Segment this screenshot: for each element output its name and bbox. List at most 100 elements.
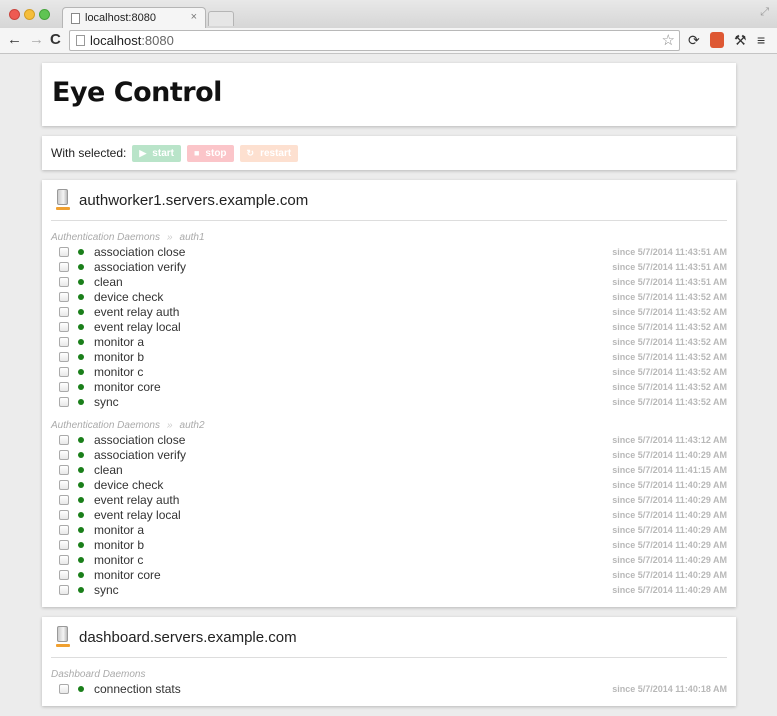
start-button[interactable]: ▶ start — [132, 144, 181, 162]
daemon-checkbox[interactable] — [59, 584, 69, 595]
daemon-checkbox[interactable] — [59, 261, 69, 272]
daemon-row[interactable]: sync since 5/7/2014 11:43:52 AM — [51, 394, 727, 409]
wrench-extension-icon[interactable]: ⚒ — [734, 32, 747, 48]
daemon-row[interactable]: event relay local since 5/7/2014 11:43:52… — [51, 319, 727, 334]
daemon-checkbox[interactable] — [59, 539, 69, 550]
daemon-row[interactable]: association verify since 5/7/2014 11:40:2… — [51, 447, 727, 462]
daemon-since: since 5/7/2014 11:40:18 AM — [612, 683, 727, 694]
daemon-row[interactable]: association verify since 5/7/2014 11:43:5… — [51, 259, 727, 274]
daemon-row[interactable]: event relay local since 5/7/2014 11:40:29… — [51, 507, 727, 522]
fullscreen-icon[interactable]: ⤢ — [760, 6, 769, 19]
daemon-checkbox[interactable] — [59, 449, 69, 460]
daemon-checkbox[interactable] — [59, 381, 69, 392]
daemon-name[interactable]: association close — [94, 245, 612, 259]
daemon-row[interactable]: clean since 5/7/2014 11:41:15 AM — [51, 462, 727, 477]
daemon-name[interactable]: association verify — [94, 260, 612, 274]
daemon-name[interactable]: sync — [94, 395, 612, 409]
daemon-row[interactable]: monitor b since 5/7/2014 11:40:29 AM — [51, 537, 727, 552]
daemon-name[interactable]: association verify — [94, 448, 612, 462]
restart-button[interactable]: ↻ restart — [239, 144, 299, 162]
status-running-icon — [78, 466, 84, 473]
window-close-button[interactable] — [9, 9, 20, 20]
daemon-name[interactable]: monitor core — [94, 380, 612, 394]
daemon-name[interactable]: event relay auth — [94, 305, 612, 319]
daemon-name[interactable]: clean — [94, 275, 612, 289]
daemon-checkbox[interactable] — [59, 366, 69, 377]
daemon-row[interactable]: device check since 5/7/2014 11:40:29 AM — [51, 477, 727, 492]
page-icon — [71, 13, 80, 24]
daemon-row[interactable]: connection stats since 5/7/2014 11:40:18 … — [51, 681, 727, 696]
window-zoom-button[interactable] — [39, 9, 50, 20]
group-category: Authentication Daemons — [51, 420, 160, 431]
daemon-name[interactable]: connection stats — [94, 682, 612, 696]
bookmark-star-icon[interactable]: ☆ — [662, 31, 675, 49]
daemon-checkbox[interactable] — [59, 321, 69, 332]
server-card: authworker1.servers.example.com Authentic… — [42, 180, 736, 607]
daemon-checkbox[interactable] — [59, 464, 69, 475]
daemon-row[interactable]: clean since 5/7/2014 11:43:51 AM — [51, 274, 727, 289]
daemon-row[interactable]: monitor core since 5/7/2014 11:40:29 AM — [51, 567, 727, 582]
daemon-checkbox[interactable] — [59, 524, 69, 535]
browser-tabstrip: localhost:8080 × ⤢ — [0, 0, 777, 29]
daemon-checkbox[interactable] — [59, 351, 69, 362]
daemon-name[interactable]: device check — [94, 478, 612, 492]
daemon-name[interactable]: sync — [94, 583, 612, 597]
daemon-checkbox[interactable] — [59, 276, 69, 287]
page-title: Eye Control — [52, 77, 222, 108]
daemon-name[interactable]: clean — [94, 463, 612, 477]
daemon-name[interactable]: monitor c — [94, 553, 612, 567]
daemon-checkbox[interactable] — [59, 683, 69, 694]
daemon-checkbox[interactable] — [59, 554, 69, 565]
daemon-name[interactable]: monitor c — [94, 365, 612, 379]
daemon-row[interactable]: association close since 5/7/2014 11:43:51… — [51, 244, 727, 259]
daemon-row[interactable]: monitor c since 5/7/2014 11:40:29 AM — [51, 552, 727, 567]
daemon-name[interactable]: device check — [94, 290, 612, 304]
daemon-name[interactable]: monitor b — [94, 538, 612, 552]
sync-extension-icon[interactable]: ⟳ — [688, 32, 700, 48]
daemon-checkbox[interactable] — [59, 494, 69, 505]
daemon-row[interactable]: monitor c since 5/7/2014 11:43:52 AM — [51, 364, 727, 379]
tab-close-icon[interactable]: × — [191, 11, 197, 23]
browser-menu-icon[interactable]: ≡ — [757, 32, 765, 48]
stop-button[interactable]: ■ stop — [186, 144, 234, 162]
reload-icon[interactable]: C — [50, 31, 61, 49]
daemon-since: since 5/7/2014 11:43:52 AM — [612, 306, 727, 317]
daemon-checkbox[interactable] — [59, 434, 69, 445]
daemon-checkbox[interactable] — [59, 569, 69, 580]
daemon-checkbox[interactable] — [59, 246, 69, 257]
duckduckgo-extension-icon[interactable] — [710, 32, 724, 48]
daemon-name[interactable]: monitor core — [94, 568, 612, 582]
daemon-since: since 5/7/2014 11:40:29 AM — [612, 554, 727, 565]
daemon-row[interactable]: monitor b since 5/7/2014 11:43:52 AM — [51, 349, 727, 364]
browser-tab[interactable]: localhost:8080 × — [62, 7, 206, 29]
daemon-row[interactable]: device check since 5/7/2014 11:43:52 AM — [51, 289, 727, 304]
back-icon[interactable]: ← — [7, 31, 22, 49]
daemon-checkbox[interactable] — [59, 479, 69, 490]
daemon-name[interactable]: event relay local — [94, 508, 612, 522]
daemon-checkbox[interactable] — [59, 509, 69, 520]
daemon-row[interactable]: association close since 5/7/2014 11:43:12… — [51, 432, 727, 447]
daemon-row[interactable]: monitor core since 5/7/2014 11:43:52 AM — [51, 379, 727, 394]
daemon-row[interactable]: monitor a since 5/7/2014 11:43:52 AM — [51, 334, 727, 349]
daemon-name[interactable]: association close — [94, 433, 612, 447]
daemon-since: since 5/7/2014 11:43:51 AM — [612, 276, 727, 287]
forward-icon[interactable]: → — [29, 31, 44, 49]
new-tab-button[interactable] — [208, 11, 234, 26]
daemon-checkbox[interactable] — [59, 291, 69, 302]
status-running-icon — [78, 556, 84, 563]
status-running-icon — [78, 353, 84, 360]
daemon-checkbox[interactable] — [59, 396, 69, 407]
daemon-name[interactable]: monitor b — [94, 350, 612, 364]
daemon-name[interactable]: event relay local — [94, 320, 612, 334]
daemon-name[interactable]: monitor a — [94, 335, 612, 349]
daemon-row[interactable]: event relay auth since 5/7/2014 11:40:29 … — [51, 492, 727, 507]
daemon-checkbox[interactable] — [59, 306, 69, 317]
daemon-row[interactable]: monitor a since 5/7/2014 11:40:29 AM — [51, 522, 727, 537]
window-minimize-button[interactable] — [24, 9, 35, 20]
daemon-checkbox[interactable] — [59, 336, 69, 347]
daemon-name[interactable]: event relay auth — [94, 493, 612, 507]
daemon-name[interactable]: monitor a — [94, 523, 612, 537]
address-bar[interactable]: localhost:8080 ☆ — [69, 30, 680, 51]
daemon-row[interactable]: event relay auth since 5/7/2014 11:43:52 … — [51, 304, 727, 319]
daemon-row[interactable]: sync since 5/7/2014 11:40:29 AM — [51, 582, 727, 597]
